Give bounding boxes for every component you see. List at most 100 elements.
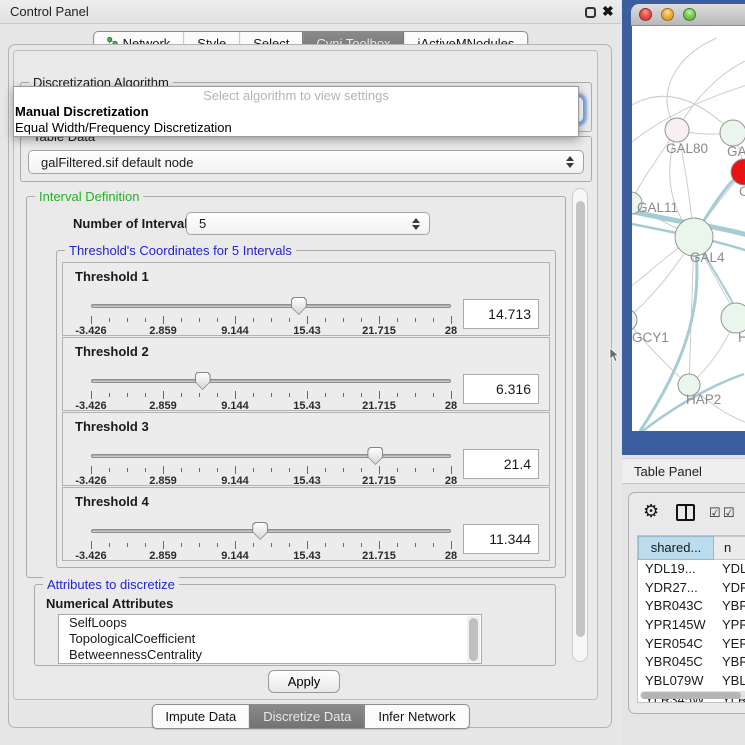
settings-gear-icon[interactable]: ⚙ [643,501,659,522]
slider-handle[interactable] [195,372,211,390]
combobox-arrows-icon [412,218,420,230]
threshold-slider-3[interactable]: -3.4262.8599.14415.4321.71528 [91,447,451,487]
settings-vertical-scrollbar[interactable] [572,188,588,662]
algorithm-option-equal-width-frequency-discretization[interactable]: Equal Width/Frequency Discretization [14,120,578,136]
slider-track[interactable] [91,454,451,458]
minimize-traffic-light-button[interactable] [661,8,674,21]
slider-scale-labels: -3.4262.8599.14415.4321.71528 [91,550,451,562]
number-of-intervals-combobox[interactable]: 5 [186,212,430,235]
scrollbar-thumb[interactable] [576,201,585,637]
node-label-gal4: GAL4 [690,250,725,265]
node-label-hap2: HAP2 [686,392,721,407]
network-window-titlebar[interactable] [631,4,745,26]
column-header-shared-name[interactable]: shared... [638,536,714,560]
table-horizontal-scrollbar[interactable] [640,691,745,699]
float-window-icon[interactable] [585,7,596,18]
cell-shared-name[interactable]: YBR043C [638,597,714,616]
cell-name[interactable]: YBR0 [714,653,745,672]
threshold-value-field[interactable]: 11.344 [463,524,539,554]
table-row[interactable]: YDL19...YDL1 [638,560,745,579]
network-node-gcy1[interactable] [632,309,637,331]
cell-name[interactable]: YDR2 [714,579,745,598]
table-row[interactable]: YBR043CYBR0 [638,597,745,616]
threshold-value-field[interactable]: 21.4 [463,449,539,479]
cell-name[interactable]: YBL0 [714,672,745,691]
bottom-tab-discretize-data[interactable]: Discretize Data [249,705,364,728]
attributes-list-scrollbar[interactable] [467,616,480,663]
table-row[interactable]: YBR045CYBR0 [638,653,745,672]
threshold-panel-2: Threshold 2 -3.4262.8599.14415.4321.71528… [62,337,550,411]
slider-handle[interactable] [252,522,268,540]
cell-name[interactable]: YPR1 [714,616,745,635]
checkbox-icon[interactable]: ☑ [723,505,735,521]
slider-ticks [91,541,451,550]
group-title-interval-definition: Interval Definition [35,189,143,204]
group-title-attributes: Attributes to discretize [43,577,179,592]
threshold-slider-4[interactable]: -3.4262.8599.14415.4321.71528 [91,522,451,562]
close-traffic-light-button[interactable] [639,8,652,21]
slider-handle[interactable] [367,447,383,465]
cell-name[interactable]: YER0 [714,635,745,654]
node-attribute-table: shared... n YDL19...YDL1YDR27...YDR2YBR0… [637,535,745,703]
slider-handle[interactable] [291,297,307,315]
tab-label: Discretize Data [263,705,351,728]
cell-shared-name[interactable]: YDL19... [638,560,714,579]
slider-ticks [91,316,451,325]
bottom-tab-infer-network[interactable]: Infer Network [364,705,468,728]
attribute-item-topologicalcoefficient[interactable]: TopologicalCoefficient [59,631,481,647]
table-panel-titlebar: Table Panel [622,458,745,484]
network-canvas[interactable]: GAL80GACGAL11GAL4GCY1HHAP2 [632,26,745,431]
cell-shared-name[interactable]: YER054C [638,635,714,654]
cell-shared-name[interactable]: YPR145W [638,616,714,635]
threshold-slider-2[interactable]: -3.4262.8599.14415.4321.71528 [91,372,451,412]
numerical-attributes-list[interactable]: SelfLoopsTopologicalCoefficientBetweenne… [58,614,482,664]
threshold-value-field[interactable]: 14.713 [463,299,539,329]
cell-shared-name[interactable]: YBR045C [638,653,714,672]
threshold-value-field[interactable]: 6.316 [463,374,539,404]
numerical-attributes-label: Numerical Attributes [46,596,173,611]
scrollbar-thumb[interactable] [641,692,741,699]
algorithm-option-manual-discretization[interactable]: Manual Discretization [14,104,578,120]
threshold-slider-1[interactable]: -3.4262.8599.14415.4321.71528 [91,297,451,337]
attribute-item-selfloops[interactable]: SelfLoops [59,615,481,631]
close-icon[interactable]: ✖ [602,3,614,20]
slider-track[interactable] [91,529,451,533]
split-columns-icon[interactable] [676,504,695,521]
threshold-label: Threshold 1 [75,269,149,284]
table-row[interactable]: YPR145WYPR1 [638,616,745,635]
table-data-combobox-value: galFiltered.sif default node [29,155,193,170]
zoom-traffic-light-button[interactable] [683,8,696,21]
table-row[interactable]: YBL079WYBL0 [638,672,745,691]
threshold-label: Threshold 4 [75,494,149,509]
apply-button[interactable]: Apply [268,670,340,693]
panel-title: Control Panel [10,0,89,23]
column-header-name[interactable]: n [714,536,745,560]
number-of-intervals-label: Number of Intervals [73,216,195,231]
slider-track[interactable] [91,304,451,308]
threshold-panel-1: Threshold 1 -3.4262.8599.14415.4321.71528… [62,262,550,336]
cell-shared-name[interactable]: YDR27... [638,579,714,598]
slider-scale-labels: -3.4262.8599.14415.4321.71528 [91,325,451,337]
bottom-tab-bar: Impute Data Discretize Data Infer Network [151,704,469,729]
network-node-gal80[interactable] [665,118,689,142]
cell-name[interactable]: YBR0 [714,597,745,616]
bottom-tab-impute-data[interactable]: Impute Data [152,705,249,728]
slider-track[interactable] [91,379,451,383]
cell-name[interactable]: YDL1 [714,560,745,579]
table-panel-window: ⚙ ☑ ☑ shared... n YDL19...YDL1YDR27...YD… [628,492,745,714]
threshold-label: Threshold 2 [75,344,149,359]
table-row[interactable]: YDR27...YDR2 [638,579,745,598]
cell-shared-name[interactable]: YBL079W [638,672,714,691]
network-node-h[interactable] [721,303,745,333]
control-panel-titlebar: Control Panel [0,0,621,24]
slider-scale-labels: -3.4262.8599.14415.4321.71528 [91,475,451,487]
tab-label: Impute Data [165,705,236,728]
checkbox-icon[interactable]: ☑ [709,505,721,521]
node-label-ga: GA [727,144,745,159]
attribute-item-betweennesscentrality[interactable]: BetweennessCentrality [59,647,481,663]
table-row[interactable]: YER054CYER0 [638,635,745,654]
network-node-ga[interactable] [720,120,745,146]
table-data-combobox[interactable]: galFiltered.sif default node [28,150,584,174]
dropdown-placeholder-option[interactable]: Select algorithm to view settings [14,87,578,104]
slider-ticks [91,466,451,475]
